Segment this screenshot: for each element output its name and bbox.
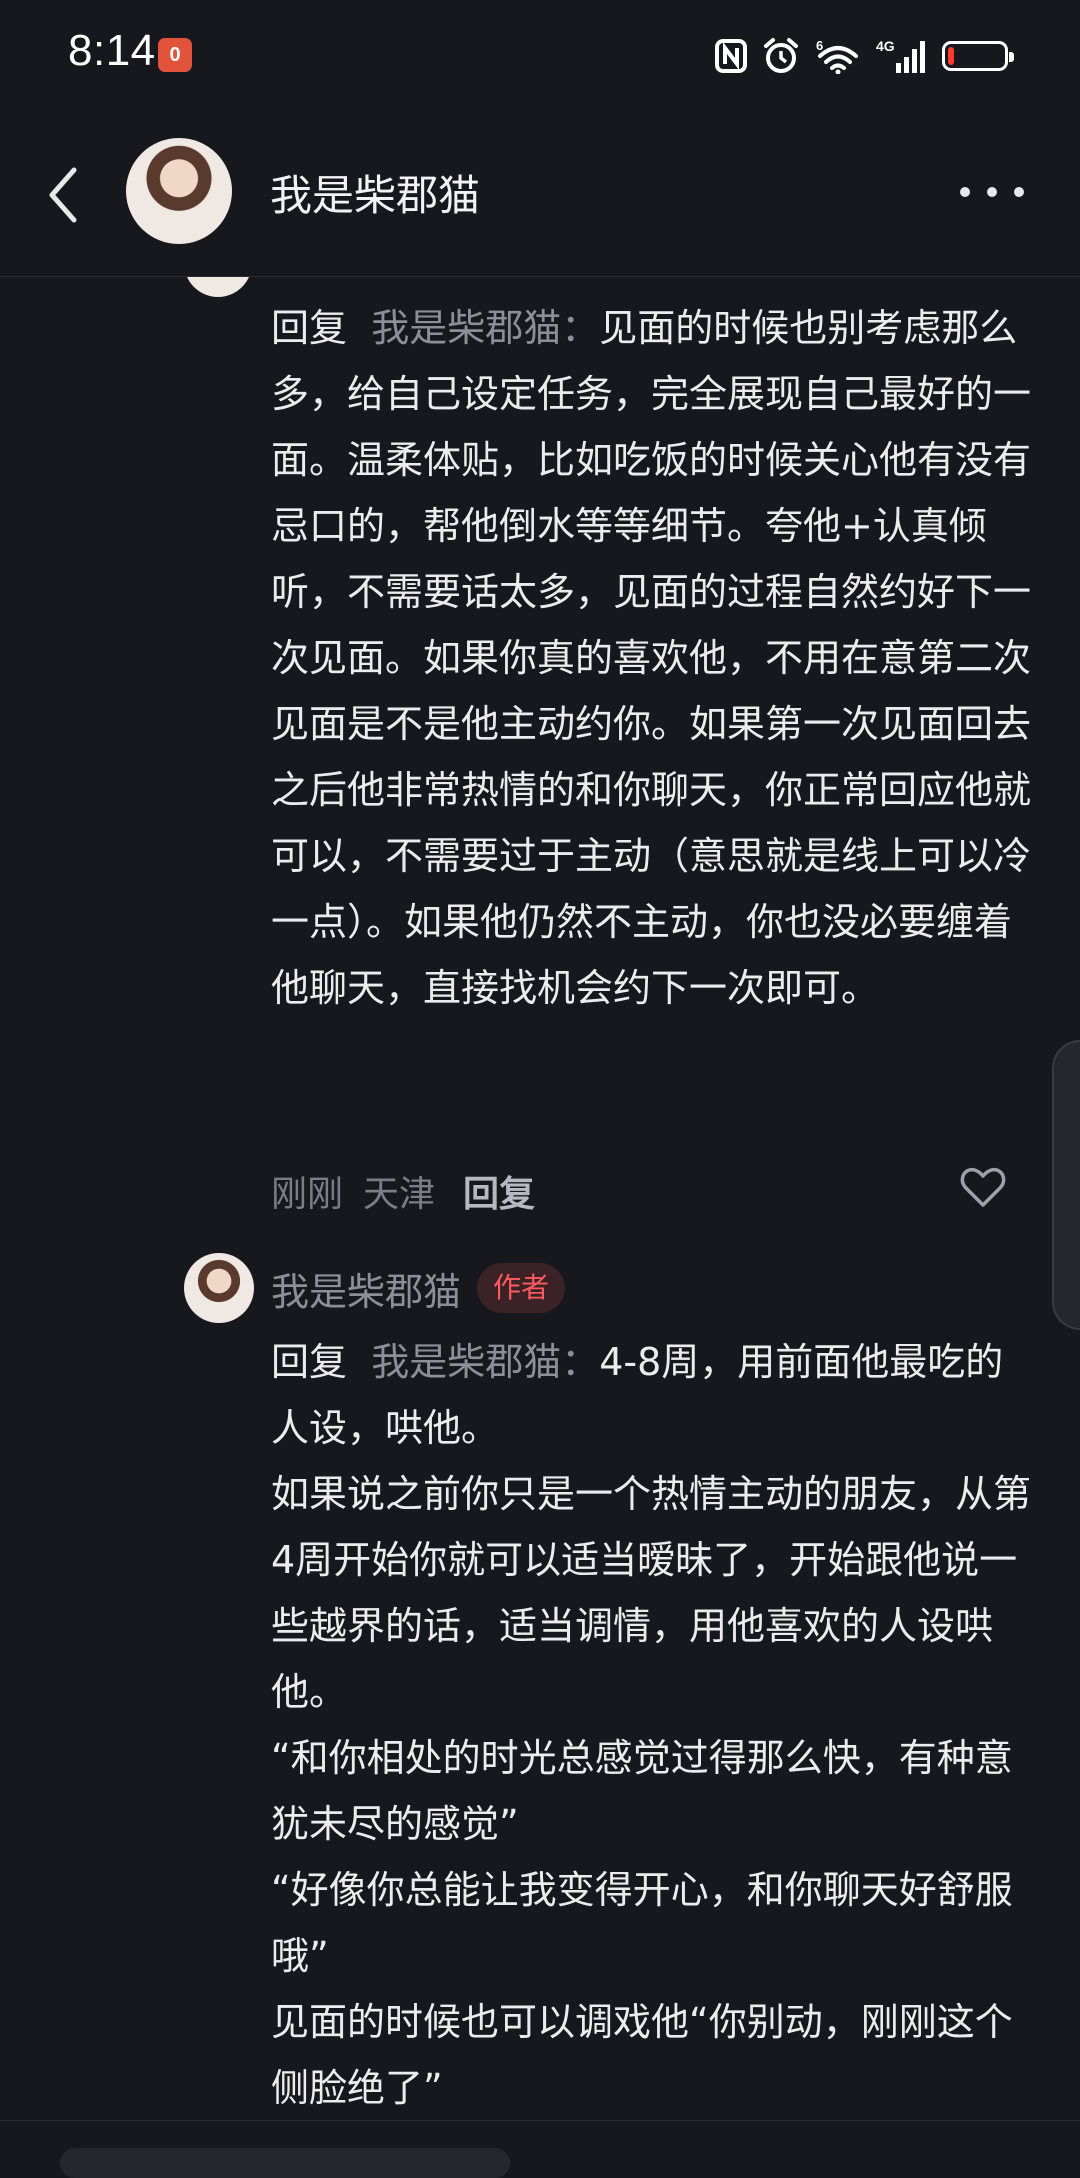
comment-time: 刚刚 [271,1174,344,1215]
comment-author[interactable]: 我是柴郡猫 [271,1261,461,1316]
svg-text:4G: 4G [876,38,895,54]
reply-prefix: 回复 [271,306,348,350]
avatar[interactable] [126,138,232,244]
svg-text:6: 6 [816,38,823,53]
page-title[interactable]: 我是柴郡猫 [270,162,480,223]
nfc-icon [715,39,747,73]
back-button[interactable] [34,160,94,230]
comment-author-row: 我是柴郡猫 作者 [184,1253,566,1323]
chat-header: 我是柴郡猫 [0,110,1080,277]
status-time: 8:14 [68,26,156,75]
divider [0,2120,1080,2121]
status-icons: 6 4G [714,34,1014,78]
comment-text[interactable]: 回复 我是柴郡猫：见面的时候也别考虑那么多，给自己设定任务，完全展现自己最好的一… [271,295,1031,1021]
comment-meta: 刚刚 天津 回复 [271,1165,535,1217]
scroll-handle[interactable] [1052,1040,1080,1330]
reply-button[interactable]: 回复 [463,1165,535,1217]
more-horizontal-icon [960,187,970,197]
more-horizontal-icon [987,187,997,197]
reply-separator: ： [561,1340,600,1384]
chevron-left-icon [49,167,77,223]
heart-icon[interactable] [960,1167,1006,1209]
alarm-icon [764,38,798,73]
comment-body: 4-8周，用前面他最吃的人设，哄他。 如果说之前你只是一个热情主动的朋友，从第4… [271,1340,1032,2110]
author-badge: 作者 [477,1263,566,1313]
comment-input-bar[interactable] [60,2148,510,2178]
reply-target[interactable]: 我是柴郡猫 [371,1340,561,1384]
reply-separator: ： [561,306,600,350]
signal-icon: 4G [876,38,925,73]
battery-level [948,47,954,65]
wifi-icon: 6 [816,38,858,74]
comment-location: 天津 [363,1174,436,1215]
reply-target[interactable]: 我是柴郡猫 [371,306,561,350]
more-button[interactable] [960,180,1024,204]
more-horizontal-icon [1014,187,1024,197]
comment-text[interactable]: 回复 我是柴郡猫：4-8周，用前面他最吃的人设，哄他。 如果说之前你只是一个热情… [271,1329,1031,2121]
comment-body: 见面的时候也别考虑那么多，给自己设定任务，完全展现自己最好的一面。温柔体贴，比如… [271,306,1032,1010]
battery-icon [942,41,1014,71]
reply-prefix: 回复 [271,1340,348,1384]
avatar[interactable] [184,1253,254,1323]
notification-badge: 0 [158,38,192,72]
status-bar: 8:14 0 6 4G [0,0,1080,110]
